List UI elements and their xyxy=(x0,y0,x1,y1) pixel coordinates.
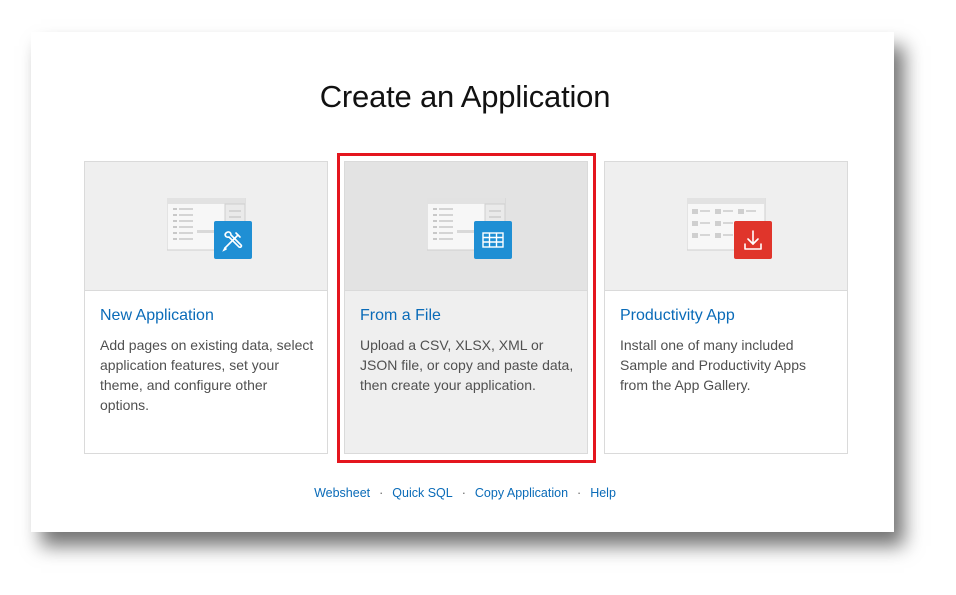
help-link[interactable]: Help xyxy=(590,486,616,500)
download-icon xyxy=(734,221,772,259)
footer-separator: · xyxy=(379,486,384,500)
create-application-panel: Create an Application New Application Ad… xyxy=(31,32,894,532)
copy-application-link[interactable]: Copy Application xyxy=(475,486,568,500)
selection-highlight-box xyxy=(337,153,596,463)
footer-separator: · xyxy=(577,486,582,500)
card-illustration-area xyxy=(605,162,847,291)
productivity-app-description: Install one of many included Sample and … xyxy=(620,337,806,393)
new-application-description: Add pages on existing data, select appli… xyxy=(100,337,314,413)
websheet-link[interactable]: Websheet xyxy=(314,486,370,500)
card-illustration-area xyxy=(85,162,327,291)
new-application-title[interactable]: New Application xyxy=(100,307,214,325)
new-application-card[interactable]: New Application Add pages on existing da… xyxy=(84,161,328,454)
productivity-app-card[interactable]: Productivity App Install one of many inc… xyxy=(604,161,848,454)
page-title: Create an Application xyxy=(319,79,611,114)
productivity-app-title[interactable]: Productivity App xyxy=(620,307,735,325)
wrench-pencil-icon xyxy=(214,221,252,259)
quick-sql-link[interactable]: Quick SQL xyxy=(392,486,452,500)
footer-links: Websheet · Quick SQL · Copy Application · Help xyxy=(31,486,899,500)
footer-separator: · xyxy=(461,486,466,500)
